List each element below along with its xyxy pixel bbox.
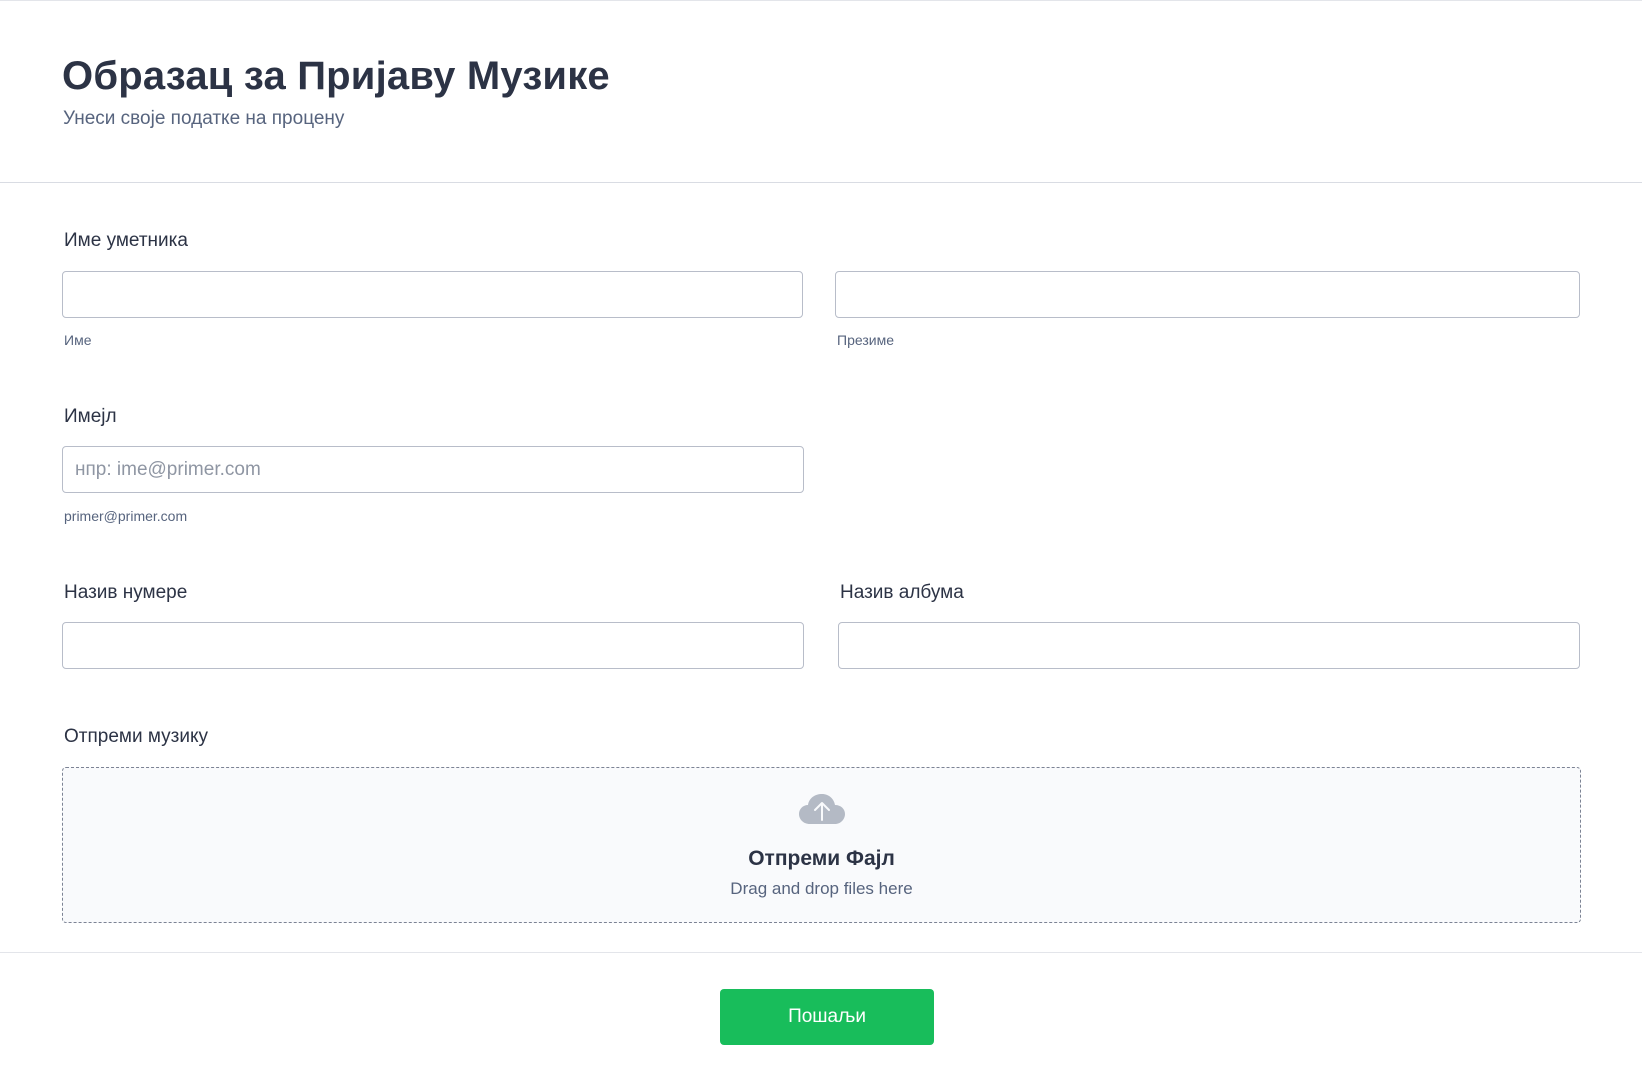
email-input[interactable] xyxy=(62,446,804,493)
last-name-input[interactable] xyxy=(835,271,1580,318)
upload-music-label: Отпреми музику xyxy=(64,726,208,747)
artist-name-label: Име уметника xyxy=(64,230,188,251)
email-label: Имејл xyxy=(64,406,117,427)
album-title-input[interactable] xyxy=(838,622,1580,669)
form-container: Образац за Пријаву Музике Унеси своје по… xyxy=(0,0,1642,1091)
upload-title: Отпреми Фајл xyxy=(748,847,895,870)
upload-subtitle: Drag and drop files here xyxy=(730,879,913,898)
form-subtitle: Унеси своје податке на процену xyxy=(63,108,345,129)
track-title-label: Назив нумере xyxy=(64,582,188,603)
first-name-input[interactable] xyxy=(62,271,803,318)
first-name-sublabel: Име xyxy=(64,332,92,348)
footer-divider xyxy=(0,952,1642,953)
file-dropzone[interactable]: Отпреми Фајл Drag and drop files here xyxy=(62,767,1581,923)
last-name-sublabel: Презиме xyxy=(837,332,894,348)
album-title-label: Назив албума xyxy=(840,582,964,603)
email-sublabel: primer@primer.com xyxy=(64,508,188,524)
form-title: Образац за Пријаву Музике xyxy=(62,54,610,98)
cloud-upload-icon xyxy=(798,792,846,828)
form-header: Образац за Пријаву Музике Унеси своје по… xyxy=(0,1,1642,183)
submit-button[interactable]: Пошаљи xyxy=(720,989,934,1045)
track-title-input[interactable] xyxy=(62,622,804,669)
